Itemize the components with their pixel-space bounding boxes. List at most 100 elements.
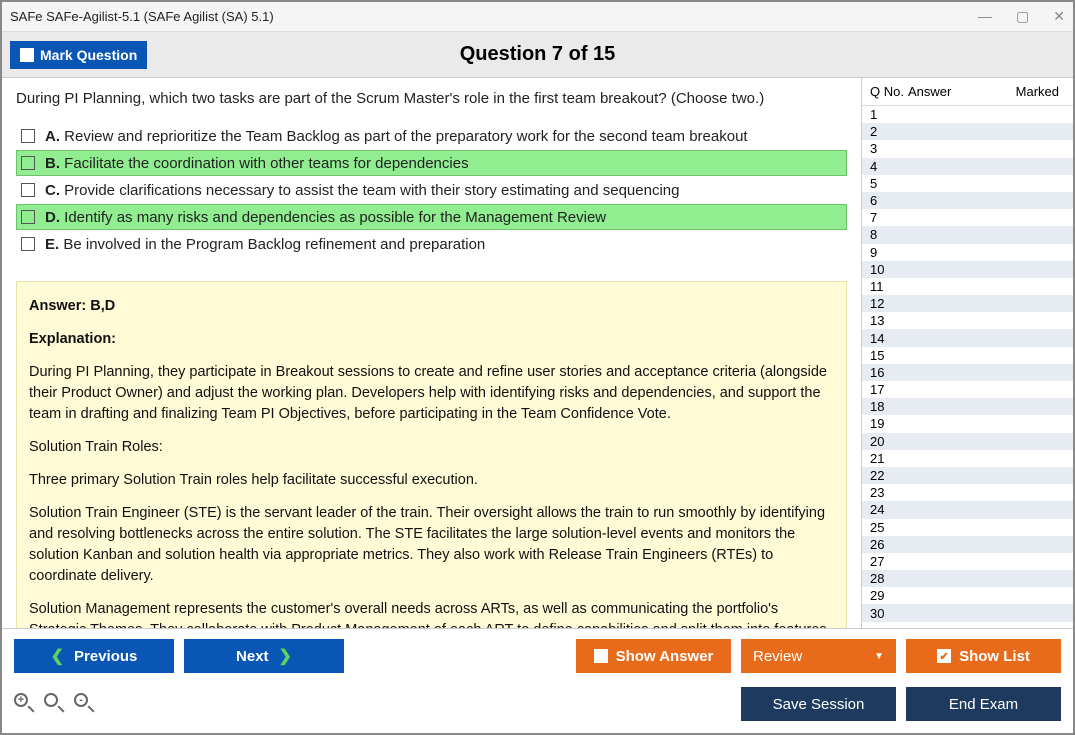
- col-marked: Marked: [978, 84, 1069, 99]
- list-row[interactable]: 1: [862, 106, 1073, 123]
- list-row[interactable]: 28: [862, 570, 1073, 587]
- list-row[interactable]: 9: [862, 244, 1073, 261]
- chevron-left-icon: ❮: [51, 646, 64, 666]
- explanation-para: Solution Management represents the custo…: [29, 599, 834, 628]
- option-text: B. Facilitate the coordination with othe…: [45, 155, 469, 172]
- previous-button[interactable]: ❮ Previous: [14, 639, 174, 673]
- chevron-down-icon: ▼: [874, 651, 884, 662]
- list-row[interactable]: 6: [862, 192, 1073, 209]
- mark-question-label: Mark Question: [40, 47, 137, 63]
- col-answer: Answer: [908, 84, 978, 99]
- maximize-icon[interactable]: ▢: [1016, 8, 1029, 25]
- review-dropdown[interactable]: Review ▼: [741, 639, 896, 673]
- list-row[interactable]: 22: [862, 467, 1073, 484]
- list-row[interactable]: 10: [862, 261, 1073, 278]
- window-titlebar: SAFe SAFe-Agilist-5.1 (SAFe Agilist (SA)…: [2, 2, 1073, 32]
- answer-label: Answer: B,D: [29, 298, 115, 314]
- answer-option[interactable]: C. Provide clarifications necessary to a…: [16, 177, 847, 203]
- checkbox-icon: [594, 649, 608, 663]
- explanation-para: Solution Train Roles:: [29, 437, 834, 458]
- review-label: Review: [753, 648, 802, 665]
- list-body[interactable]: 1234567891011121314151617181920212223242…: [862, 106, 1073, 628]
- question-panel: During PI Planning, which two tasks are …: [2, 78, 861, 628]
- list-row[interactable]: 23: [862, 484, 1073, 501]
- list-row[interactable]: 2: [862, 123, 1073, 140]
- answer-option[interactable]: A. Review and reprioritize the Team Back…: [16, 123, 847, 149]
- list-row[interactable]: 27: [862, 553, 1073, 570]
- main-area: During PI Planning, which two tasks are …: [2, 78, 1073, 628]
- option-text: D. Identify as many risks and dependenci…: [45, 209, 606, 226]
- list-row[interactable]: 17: [862, 381, 1073, 398]
- previous-label: Previous: [74, 648, 137, 665]
- footer-row1: ❮ Previous Next ❯ Show Answer Review ▼ ✔…: [14, 639, 1061, 673]
- end-exam-button[interactable]: End Exam: [906, 687, 1061, 721]
- explanation-para: Solution Train Engineer (STE) is the ser…: [29, 503, 834, 587]
- checkbox-icon[interactable]: [21, 183, 35, 197]
- list-row[interactable]: 14: [862, 329, 1073, 346]
- checkbox-checked-icon: ✔: [937, 649, 951, 663]
- show-list-button[interactable]: ✔ Show List: [906, 639, 1061, 673]
- window-controls: — ▢ ✕: [978, 8, 1065, 25]
- list-row[interactable]: 20: [862, 433, 1073, 450]
- list-row[interactable]: 3: [862, 140, 1073, 157]
- end-exam-label: End Exam: [949, 696, 1018, 713]
- list-row[interactable]: 5: [862, 175, 1073, 192]
- answer-option[interactable]: E. Be involved in the Program Backlog re…: [16, 231, 847, 257]
- answer-option[interactable]: D. Identify as many risks and dependenci…: [16, 204, 847, 230]
- col-qno: Q No.: [866, 84, 908, 99]
- question-scroll[interactable]: During PI Planning, which two tasks are …: [2, 78, 861, 628]
- list-row[interactable]: 24: [862, 501, 1073, 518]
- checkbox-icon[interactable]: [21, 237, 35, 251]
- list-row[interactable]: 21: [862, 450, 1073, 467]
- close-icon[interactable]: ✕: [1053, 8, 1065, 25]
- zoom-reset-icon[interactable]: [44, 693, 66, 715]
- list-row[interactable]: 29: [862, 587, 1073, 604]
- list-row[interactable]: 11: [862, 278, 1073, 295]
- list-row[interactable]: 18: [862, 398, 1073, 415]
- list-row[interactable]: 4: [862, 158, 1073, 175]
- footer-bar: ❮ Previous Next ❯ Show Answer Review ▼ ✔…: [2, 628, 1073, 728]
- option-text: C. Provide clarifications necessary to a…: [45, 182, 679, 199]
- list-row[interactable]: 7: [862, 209, 1073, 226]
- explanation-para: Three primary Solution Train roles help …: [29, 470, 834, 491]
- question-stem: During PI Planning, which two tasks are …: [16, 88, 847, 109]
- minimize-icon[interactable]: —: [978, 8, 992, 25]
- question-list-panel: Q No. Answer Marked 12345678910111213141…: [861, 78, 1073, 628]
- explanation-box: Answer: B,D Explanation: During PI Plann…: [16, 281, 847, 628]
- explanation-para: During PI Planning, they participate in …: [29, 362, 834, 425]
- list-row[interactable]: 15: [862, 347, 1073, 364]
- list-row[interactable]: 12: [862, 295, 1073, 312]
- option-text: A. Review and reprioritize the Team Back…: [45, 128, 748, 145]
- list-row[interactable]: 26: [862, 536, 1073, 553]
- zoom-out-icon[interactable]: -: [74, 693, 96, 715]
- answer-option[interactable]: B. Facilitate the coordination with othe…: [16, 150, 847, 176]
- header-bar: Mark Question Question 7 of 15: [2, 32, 1073, 78]
- list-row[interactable]: 30: [862, 604, 1073, 621]
- window-title: SAFe SAFe-Agilist-5.1 (SAFe Agilist (SA)…: [10, 9, 274, 24]
- save-session-label: Save Session: [773, 696, 865, 713]
- chevron-right-icon: ❯: [279, 646, 292, 666]
- zoom-in-icon[interactable]: +: [14, 693, 36, 715]
- zoom-controls: + -: [14, 693, 96, 715]
- footer-row2: + - Save Session End Exam: [14, 687, 1061, 721]
- show-answer-button[interactable]: Show Answer: [576, 639, 731, 673]
- mark-checkbox-icon: [20, 48, 34, 62]
- checkbox-icon[interactable]: [21, 210, 35, 224]
- list-row[interactable]: 16: [862, 364, 1073, 381]
- next-label: Next: [236, 648, 269, 665]
- checkbox-icon[interactable]: [21, 156, 35, 170]
- list-row[interactable]: 25: [862, 519, 1073, 536]
- next-button[interactable]: Next ❯: [184, 639, 344, 673]
- checkbox-icon[interactable]: [21, 129, 35, 143]
- list-row[interactable]: 8: [862, 226, 1073, 243]
- question-counter: Question 7 of 15: [460, 43, 616, 66]
- mark-question-button[interactable]: Mark Question: [10, 41, 147, 69]
- explanation-label: Explanation:: [29, 331, 116, 347]
- list-row[interactable]: 13: [862, 312, 1073, 329]
- show-list-label: Show List: [959, 648, 1030, 665]
- save-session-button[interactable]: Save Session: [741, 687, 896, 721]
- list-header: Q No. Answer Marked: [862, 78, 1073, 106]
- option-text: E. Be involved in the Program Backlog re…: [45, 236, 485, 253]
- list-row[interactable]: 19: [862, 415, 1073, 432]
- show-answer-label: Show Answer: [616, 648, 714, 665]
